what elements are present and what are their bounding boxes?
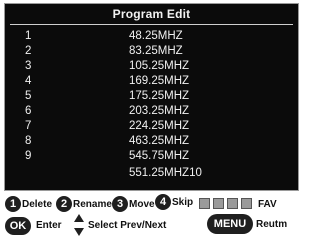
up-down-arrows-icon[interactable] <box>74 214 84 236</box>
channel-number: 3 <box>25 60 32 72</box>
channel-frequency: 105.25MHZ <box>129 60 190 72</box>
color-key-swatch[interactable] <box>241 198 252 209</box>
ok-button[interactable]: OK <box>5 217 31 235</box>
channel-row[interactable]: 2 83.25MHZ <box>5 44 298 58</box>
color-key-swatch[interactable] <box>227 198 238 209</box>
key-2-button[interactable]: 2 <box>56 196 72 212</box>
channel-row[interactable]: 7 224.25MHZ <box>5 119 298 133</box>
menu-button[interactable]: MENU <box>207 214 253 234</box>
channel-row[interactable]: 1 48.25MHZ <box>5 29 298 43</box>
channel-row[interactable]: 8 463.25MHZ <box>5 134 298 148</box>
color-key-swatch[interactable] <box>213 198 224 209</box>
channel-number: 8 <box>25 135 32 147</box>
channel-row[interactable]: 4 169.25MHZ <box>5 74 298 88</box>
key-3-button[interactable]: 3 <box>112 196 128 212</box>
channel-row[interactable]: 5 175.25MHZ <box>5 89 298 103</box>
channel-row[interactable]: 551.25MHZ10 <box>5 166 298 180</box>
channel-number: 7 <box>25 120 32 132</box>
channel-frequency: 545.75MHZ <box>129 150 190 162</box>
move-label: Move <box>129 199 155 210</box>
program-edit-panel: Program Edit 1 48.25MHZ 2 83.25MHZ 3 105… <box>4 3 299 191</box>
skip-label: Skip <box>172 197 194 208</box>
channel-frequency: 551.25MHZ10 <box>129 167 202 179</box>
channel-frequency: 83.25MHZ <box>129 45 183 57</box>
rename-label: Rename <box>73 199 112 210</box>
enter-label: Enter <box>36 220 62 231</box>
channel-number: 1 <box>25 30 32 42</box>
channel-number: 6 <box>25 105 32 117</box>
channel-row[interactable]: 3 105.25MHZ <box>5 59 298 73</box>
color-key-swatch[interactable] <box>199 198 210 209</box>
fav-label: FAV <box>258 199 277 210</box>
select-prev-next-label: Select Prev/Next <box>88 220 167 231</box>
channel-frequency: 203.25MHZ <box>129 105 190 117</box>
key-4-button[interactable]: 4 <box>155 194 171 210</box>
title-divider <box>10 24 293 25</box>
channel-frequency: 175.25MHZ <box>129 90 190 102</box>
channel-frequency: 224.25MHZ <box>129 120 190 132</box>
channel-frequency: 463.25MHZ <box>129 135 190 147</box>
key-legend: 1 Delete 2 Rename 3 Move 4 Skip FAV OK E… <box>0 188 304 243</box>
panel-title: Program Edit <box>112 7 191 21</box>
channel-frequency: 48.25MHZ <box>129 30 183 42</box>
channel-number: 4 <box>25 75 32 87</box>
channel-row[interactable]: 6 203.25MHZ <box>5 104 298 118</box>
key-1-button[interactable]: 1 <box>5 196 21 212</box>
channel-number: 2 <box>25 45 32 57</box>
channel-row[interactable]: 9 545.75MHZ <box>5 149 298 163</box>
channel-number: 5 <box>25 90 32 102</box>
channel-frequency: 169.25MHZ <box>129 75 190 87</box>
delete-label: Delete <box>22 199 53 210</box>
channel-number: 9 <box>25 150 32 162</box>
return-label: Reutm <box>256 219 288 230</box>
